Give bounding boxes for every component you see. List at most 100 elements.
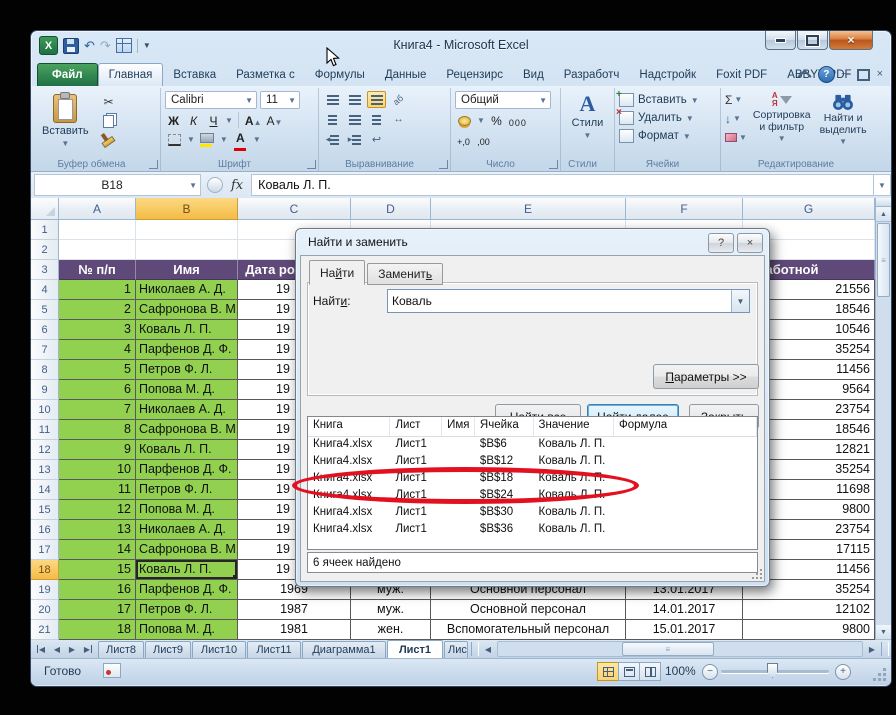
align-bottom-button[interactable] <box>367 91 386 108</box>
zoom-level[interactable]: 100% <box>665 664 696 678</box>
increase-indent-button[interactable]: ▸ <box>345 131 364 148</box>
sheet-tab-Лист1[interactable]: Лист1 <box>387 640 443 658</box>
font-size-select[interactable]: 11▼ <box>260 91 300 109</box>
find-select-button[interactable]: Найти и выделить ▼ <box>817 91 870 147</box>
ribbon-tab-data[interactable]: Данные <box>375 63 437 86</box>
paste-dropdown-icon[interactable]: ▼ <box>61 139 69 148</box>
cell-A19[interactable]: 16 <box>59 580 136 600</box>
row-header-3[interactable]: 3 <box>31 260 59 280</box>
formula-input[interactable]: Коваль Л. П. <box>251 174 873 196</box>
row-header-9[interactable]: 9 <box>31 380 59 400</box>
row-header-4[interactable]: 4 <box>31 280 59 300</box>
underline-dropdown-icon[interactable]: ▼ <box>225 116 233 125</box>
next-sheet-icon[interactable]: ▶ <box>65 642 79 656</box>
vertical-scrollbar[interactable]: ▲ ≡ ▼ <box>875 198 891 640</box>
accounting-dropdown-icon[interactable]: ▼ <box>477 116 485 125</box>
column-header-A[interactable]: A <box>59 198 136 220</box>
find-select-dropdown-icon[interactable]: ▼ <box>839 137 847 146</box>
align-middle-button[interactable] <box>345 91 364 108</box>
row-header-10[interactable]: 10 <box>31 400 59 420</box>
copy-button[interactable] <box>98 113 120 130</box>
cell-B10[interactable]: Николаев А. Д. <box>136 400 238 420</box>
sheet-tab-Лист8[interactable]: Лист8 <box>98 641 144 658</box>
cell-A20[interactable]: 17 <box>59 600 136 620</box>
name-box-dropdown-icon[interactable]: ▼ <box>189 181 200 190</box>
clipboard-dialog-launcher-icon[interactable] <box>149 160 158 169</box>
underline-button[interactable]: Ч <box>205 112 222 128</box>
cell-C21[interactable]: 1981 <box>238 620 351 640</box>
column-header-D[interactable]: D <box>351 198 431 220</box>
ribbon-tab-insert[interactable]: Вставка <box>163 63 226 86</box>
row-header-19[interactable]: 19 <box>31 580 59 600</box>
cell-G21[interactable]: 9800 <box>743 620 875 640</box>
tab-split-handle[interactable] <box>471 642 479 656</box>
last-sheet-icon[interactable]: ▶ <box>80 642 94 656</box>
cell-B12[interactable]: Коваль Л. П. <box>136 440 238 460</box>
macro-record-icon[interactable] <box>103 663 121 678</box>
sort-filter-button[interactable]: АЯ Сортировка и фильтр ▼ <box>750 91 814 147</box>
row-header-7[interactable]: 7 <box>31 340 59 360</box>
row-header-16[interactable]: 16 <box>31 520 59 540</box>
cell-A3[interactable]: № п/п <box>59 260 136 280</box>
dialog-resize-grip[interactable] <box>752 569 762 579</box>
row-header-1[interactable]: 1 <box>31 220 59 240</box>
zoom-in-button[interactable]: + <box>835 664 851 680</box>
delete-cells-dropdown-icon[interactable]: ▼ <box>686 114 694 123</box>
cell-A13[interactable]: 10 <box>59 460 136 480</box>
cell-A5[interactable]: 2 <box>59 300 136 320</box>
number-dialog-launcher-icon[interactable] <box>549 160 558 169</box>
accounting-format-button[interactable] <box>455 112 474 129</box>
cell-A10[interactable]: 7 <box>59 400 136 420</box>
tab-replace[interactable]: Заменить <box>367 263 443 285</box>
borders-dropdown-icon[interactable]: ▼ <box>187 135 195 144</box>
result-row-B36[interactable]: Книга4.xlsxЛист1$B$36Коваль Л. П. <box>308 522 757 539</box>
cell-A8[interactable]: 5 <box>59 360 136 380</box>
borders-button[interactable] <box>165 131 184 148</box>
result-row-B6[interactable]: Книга4.xlsxЛист1$B$6Коваль Л. П. <box>308 437 757 454</box>
cell-A15[interactable]: 12 <box>59 500 136 520</box>
orientation-button[interactable]: аб <box>389 91 408 108</box>
cell-C20[interactable]: 1987 <box>238 600 351 620</box>
cell-A18[interactable]: 15 <box>59 560 136 580</box>
close-button[interactable]: × <box>829 31 873 50</box>
scroll-down-icon[interactable]: ▼ <box>876 625 891 640</box>
find-what-value[interactable]: Коваль <box>388 290 731 312</box>
row-header-21[interactable]: 21 <box>31 620 59 640</box>
vscroll-split-box[interactable] <box>876 198 891 207</box>
zoom-slider-thumb[interactable] <box>767 663 778 678</box>
row-header-5[interactable]: 5 <box>31 300 59 320</box>
prev-sheet-icon[interactable]: ◀ <box>50 642 64 656</box>
dialog-close-button[interactable]: × <box>737 233 763 253</box>
workbook-close-icon[interactable]: × <box>877 69 883 80</box>
fill-button[interactable]: ↓▼ <box>725 110 747 127</box>
row-header-15[interactable]: 15 <box>31 500 59 520</box>
ribbon-tab-foxit-pdf[interactable]: Foxit PDF <box>706 63 777 86</box>
align-center-button[interactable] <box>345 111 364 128</box>
paste-button[interactable]: Вставить ▼ <box>37 91 94 150</box>
results-header-5[interactable]: Формула <box>614 417 757 436</box>
row-header-20[interactable]: 20 <box>31 600 59 620</box>
formula-bar-expand-icon[interactable]: ▼ <box>873 174 891 196</box>
cell-B18[interactable]: Коваль Л. П. <box>136 560 238 580</box>
shrink-font-button[interactable]: А▼ <box>266 112 284 128</box>
select-all-corner[interactable] <box>31 198 59 220</box>
cell-B7[interactable]: Парфенов Д. Ф. <box>136 340 238 360</box>
comma-style-button[interactable]: 000 <box>508 113 528 129</box>
cell-B3[interactable]: Имя <box>136 260 238 280</box>
normal-view-button[interactable] <box>597 662 619 681</box>
ribbon-tab-addins[interactable]: Надстройк <box>629 63 706 86</box>
font-color-button[interactable]: А <box>231 131 250 148</box>
results-header-0[interactable]: Книга <box>308 417 390 436</box>
help-icon[interactable]: ? <box>818 66 835 83</box>
cell-A6[interactable]: 3 <box>59 320 136 340</box>
format-cells-button[interactable]: Формат ▼ <box>619 127 716 145</box>
row-header-13[interactable]: 13 <box>31 460 59 480</box>
hscroll-right-icon[interactable]: ▶ <box>865 642 879 656</box>
italic-button[interactable]: К <box>185 112 202 128</box>
ribbon-tab-home[interactable]: Главная <box>98 63 164 86</box>
cell-A11[interactable]: 8 <box>59 420 136 440</box>
results-header-4[interactable]: Значение <box>534 417 614 436</box>
cell-A14[interactable]: 11 <box>59 480 136 500</box>
sort-filter-dropdown-icon[interactable]: ▼ <box>778 134 786 143</box>
combobox-dropdown-icon[interactable]: ▼ <box>731 290 749 312</box>
